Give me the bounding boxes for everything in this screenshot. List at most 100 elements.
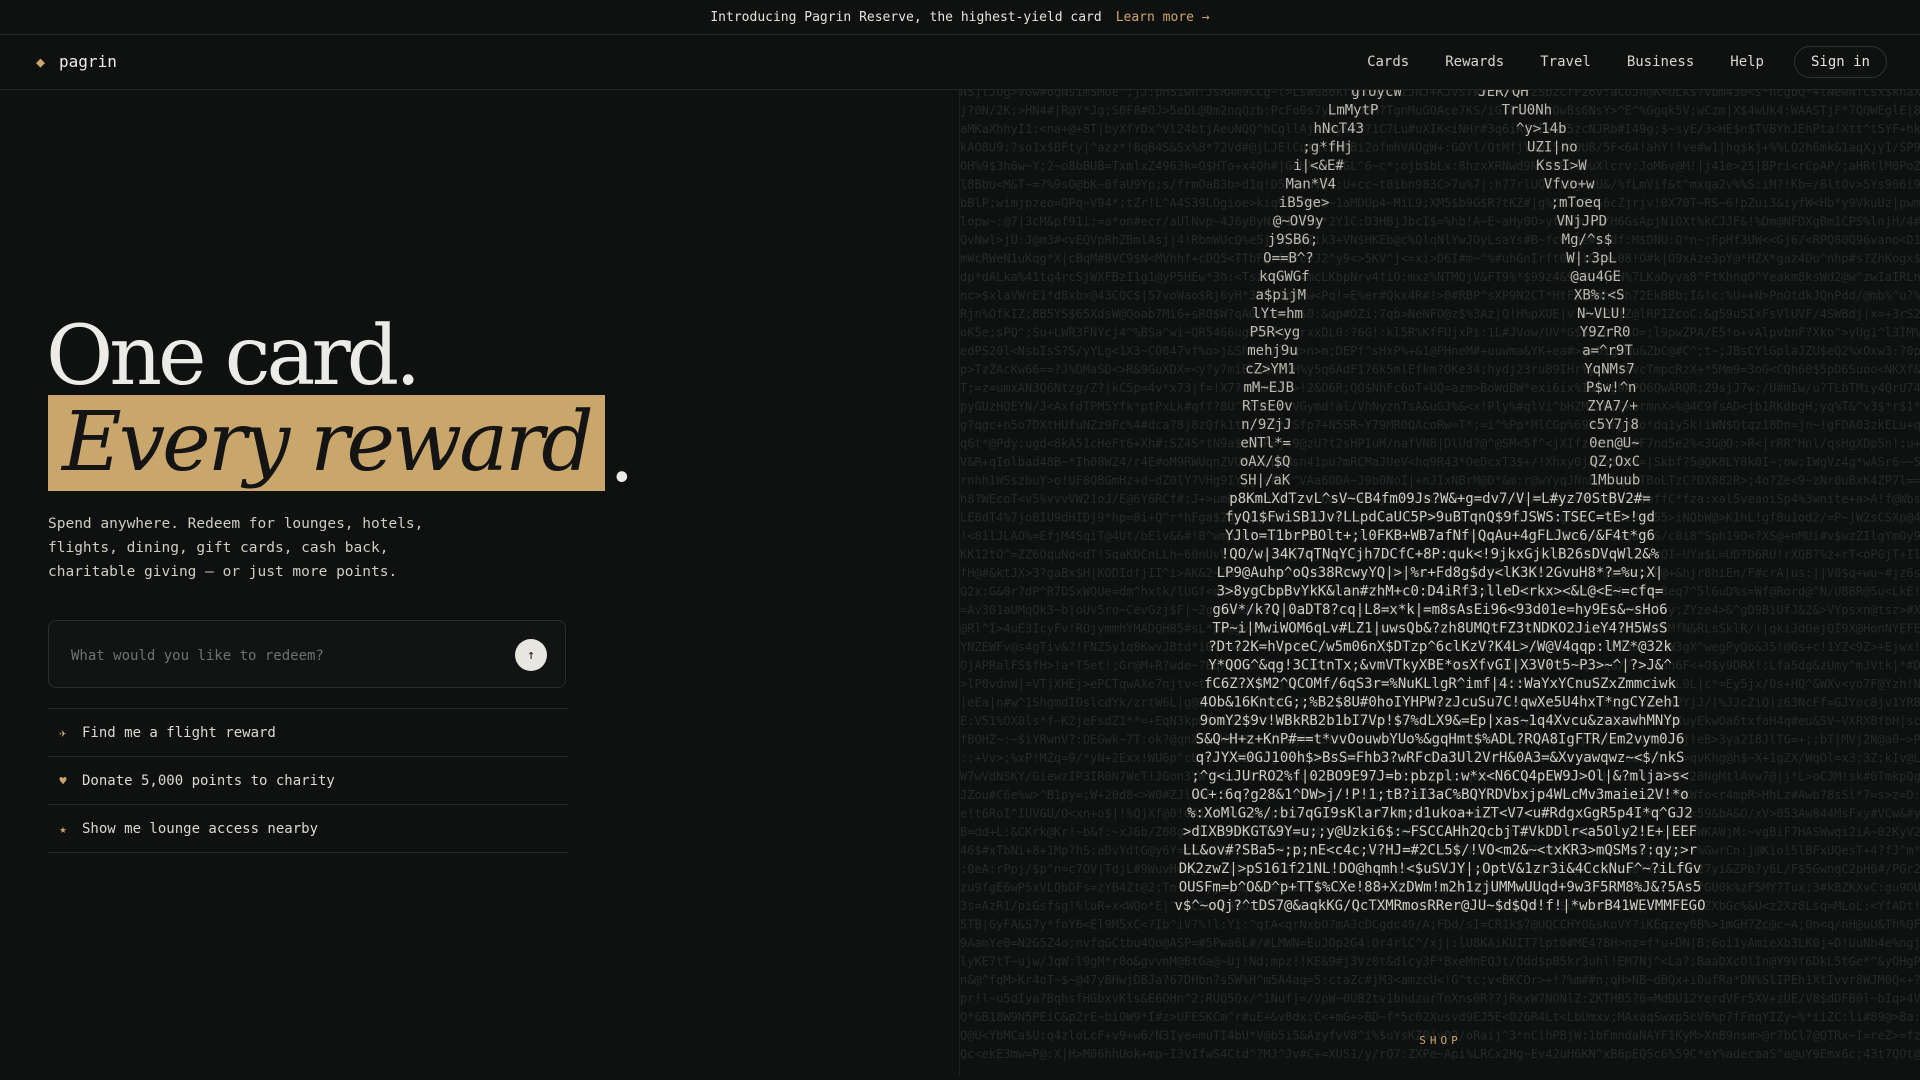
brand-name: pagrin [59,52,117,71]
hero-title-line1: One card. [46,309,421,404]
ascii-line: oK5e;sPQ^;Su+LWR3FNYcj4^%BSa^wi~QR5466ug… [960,326,1920,340]
ascii-line: hNcT43 [1313,121,1364,137]
ascii-line: Y9ZrR0 [1580,325,1631,341]
announcement-bar: Introducing Pagrin Reserve, the highest-… [0,0,1920,35]
ascii-line: P5R<yg [1250,325,1301,341]
hero-subtitle: Spend anywhere. Redeem for lounges, hote… [48,516,424,580]
ascii-line: RTsE0v [1242,399,1293,415]
ascii-line: >dIXB9DKGT&9Y=u;;y@Uzki6$:~FSCCAHh2QcbjT… [1183,824,1697,840]
ascii-line: NSjtJOg>VGw#0gNs1mSMoe^;jJ:pHS1wn!JsRAm9… [960,90,1920,99]
ascii-line: OUSFm=b^O&D^p+TT$%CXe!88+XzDWm!m2h1zjUMM… [1179,880,1702,896]
sign-in-button[interactable]: Sign in [1793,46,1887,78]
ascii-line: Q*6B18W9N5PEiC&p2rE~biOW9*I#z>UFESKCm^r#… [960,1010,1920,1024]
ascii-line: S&Q~H+z+KnP#==t*vvOouwbYUo%&gqHmt$%ADL?R… [1196,732,1685,748]
brand-logo[interactable]: ◆ pagrin [36,52,117,71]
announcement-text: Introducing Pagrin Reserve, the highest-… [710,9,1102,25]
suggestion-label: Find me a flight reward [82,724,276,741]
ascii-line: KssI>W [1536,158,1587,174]
redeem-search-box: ↑ [48,620,566,688]
ascii-line: @~OV9y [1273,214,1324,230]
plane-icon: ✈ [59,725,67,740]
ascii-line: YqNMs7 [1584,362,1635,378]
nav-link-travel[interactable]: Travel [1540,54,1591,70]
hero-period: . [608,406,635,502]
ascii-line: 9omY2$9v!WBkRB2b1bI7Vp!$7%dLX9&=Ep|xas~1… [1200,713,1680,729]
top-nav: ◆ pagrin Cards Rewards Travel Business H… [0,35,1920,90]
ascii-line: lYt=hm [1252,306,1303,322]
ascii-line: ;mToeq [1551,195,1602,211]
nav-link-rewards[interactable]: Rewards [1445,54,1504,70]
ascii-line: Qc<ekE3mw=P@:X|H>M06hhUok+mp~I3vIfwS4Ctd… [960,1047,1920,1061]
ascii-line: QZ;OxC [1590,454,1641,470]
ascii-line: YJlo=T1brPBOlt+;l0FKB+WB7afNf|QqAu+4gFLJ… [1225,528,1655,544]
ascii-line: ZYA7/+ [1587,399,1638,415]
suggestion-label: Show me lounge access nearby [82,820,319,837]
ascii-line: lyKE7tT~ujw/JqW:l9gM*r0o&gvvnM@BtGa@~Uj!… [960,955,1920,969]
ascii-line: 0en@U~ [1589,436,1640,452]
ascii-line: dp*dALka%41tq4rcSjWXFBzI1g1@yP5HEw*3h:<T… [960,270,1920,284]
ascii-line: cZ>YM1 [1245,362,1296,378]
ascii-line: i|<&E# [1293,158,1344,174]
ascii-line: ;g*fHj [1302,140,1353,156]
ascii-line: j9SB6; [1268,232,1319,248]
ascii-line: g6V*/k?Q|0aDT8?cq|L8=x*k|=m8sAsEi96<93d0… [1212,602,1667,618]
ascii-line: 5TB|GyFA&S7y*foY6<El9M5xC<?Ib^iV?%!l:Yi:… [960,918,1920,932]
ascii-line: n/9ZjJ [1241,417,1292,433]
ascii-line: LL&ov#?SBa5~;p;nE<c4c;V?HJ=#2CL5$/!VO<m2… [1183,843,1697,859]
ascii-line: lopw~:@7|3cM&pf91i;=a*on#ecr/aUlNvp~4J6y… [960,215,1920,229]
ascii-line: rnhh1WSszbuY>o!UF8QBGmHz+d~dZ0lY?VHg9IYj… [960,474,1920,488]
ascii-line: mehj9u [1247,343,1298,359]
ascii-line: %:XoMlG2%/:bi7qGI9sKlar7km;d1ukoa+iZT<V7… [1187,806,1693,822]
ascii-line: mM~EJB [1244,380,1295,396]
ascii-line: SH|/aK [1240,473,1291,489]
ascii-line: O==B^? [1263,251,1314,267]
arrow-up-icon: ↑ [527,647,535,663]
ascii-art-canvas: NSjtJOg>VGw#0gNs1mSMoe^;jJ:pHS1wn!JsRAm9… [960,90,1920,1061]
ascii-line: v$^~oQj?^tDS7@&aqkKG/QcTXMRmosRRer@JU~$d… [1174,898,1705,914]
suggestion-list: ✈ Find me a flight reward ♥ Donate 5,000… [48,708,568,853]
ascii-line: XB%:<S [1574,288,1625,304]
ascii-line: kAO8U9;?so1x$BFty|^azz*!8qB4S&Sx%8*72Vd#… [960,141,1920,155]
ascii-line: T;=z=umxAN3Q6Ntzg/Z?|kC5p=4v*x73|f=!X7?=… [960,381,1920,395]
ascii-line: TrU0Nh [1502,103,1553,119]
ascii-line: OC+:6q?g28&1^DW>j/!P!1;tB?iI3aC%BQYRDVbx… [1191,787,1688,803]
suggestion-item-charity[interactable]: ♥ Donate 5,000 points to charity [48,757,568,805]
ascii-line: ^y>14b [1516,121,1567,137]
ascii-line: W|:3pL [1566,251,1617,267]
ascii-line: 3>8ygCbpBvYkK&lan#zhM+c0:D4iRf3;lleD<rkx… [1217,584,1664,600]
ascii-line: VNjJPD [1556,214,1607,230]
ascii-line: N~VLU! [1577,306,1628,322]
suggestion-label: Donate 5,000 points to charity [82,772,335,789]
ascii-line: p8KmLXdTzvL^sV~CB4fm09Js?W&+g=dv7/V|=L#y… [1229,491,1650,507]
ascii-line: V&R+qIolbad48B~*Ih08WZ4/r4E#oM9RWUqnZVUD… [960,455,1920,469]
suggestion-item-lounge[interactable]: ★ Show me lounge access nearby [48,805,568,853]
ascii-line: Rjn%OfkIZ;BB5YS$65XdsW@Qoab7Mi6+sRO$W?qA… [960,307,1920,321]
ascii-line: fC6Z?X$M2^QCOMf/6qS3r=%NuKLlgR^imf|4::Wa… [1204,676,1677,692]
ascii-line: q?JYX=0GJ100h$>BsS=Fhb3?wRFcDa3Ul2VrH&0A… [1196,750,1685,766]
ascii-line: aMKaXhhyI1:<na+@+8T|byXfYDx^Vl24btjAeuNQ… [960,122,1920,136]
suggestion-item-flight[interactable]: ✈ Find me a flight reward [48,709,568,757]
ascii-line: pyGUzHQEYN/J<AxfdTPM5Yfk*ptPxLk#qff?8U^W… [960,400,1920,414]
art-label: SHOP [1419,1034,1462,1047]
ascii-line: JER/QH [1478,90,1529,100]
ascii-line: ?Dt?2K=hVpceC/w5m06nX$DTzp^6clKzV?K4L>/W… [1208,639,1672,655]
ascii-line: !QO/w|34K7qTNqYCjh7DCfC+8P:quk<!9jkxGjkl… [1221,547,1660,563]
nav-link-business[interactable]: Business [1627,54,1694,70]
heart-icon: ♥ [59,773,67,788]
ascii-line: 1Mbuub [1590,473,1641,489]
ascii-line: DK2zwZ|>pS161f21NL!DO@hqmh!<$uSVJY|;OptV… [1179,861,1702,877]
ascii-line: P$w!^n [1586,380,1637,396]
ascii-line: j?0N/2K;>HN4#|R@Y*Jg;S0F8#OJ>5eDL@0m2nqQ… [960,104,1920,118]
redeem-search-input[interactable] [69,643,493,669]
hero-title-line2: Every reward . [48,395,635,502]
nav-link-help[interactable]: Help [1730,54,1764,70]
ascii-line: edPS20l<NsbIsS?S/yYLg<1X3~CO047vf%o>j&Sh… [960,344,1920,358]
ascii-shopping-bag-art: NSjtJOg>VGw#0gNs1mSMoe^;jJ:pHS1wn!JsRAm9… [959,90,1920,1075]
ascii-line: eNTl*= [1240,436,1291,452]
learn-more-link[interactable]: Learn more → [1116,10,1210,25]
diamond-icon: ◆ [36,52,46,71]
ascii-line: 9AamYe0=N2G5Z4o;nvfqGCtbu4Qo@ASP=#5Pwa6L… [960,936,1920,950]
submit-button[interactable]: ↑ [515,639,547,671]
ascii-line: OH%9$3h6w~Y;2~o8bBUB=TxmlxZ4963k=O$HTo+x… [960,159,1920,173]
nav-link-cards[interactable]: Cards [1367,54,1409,70]
